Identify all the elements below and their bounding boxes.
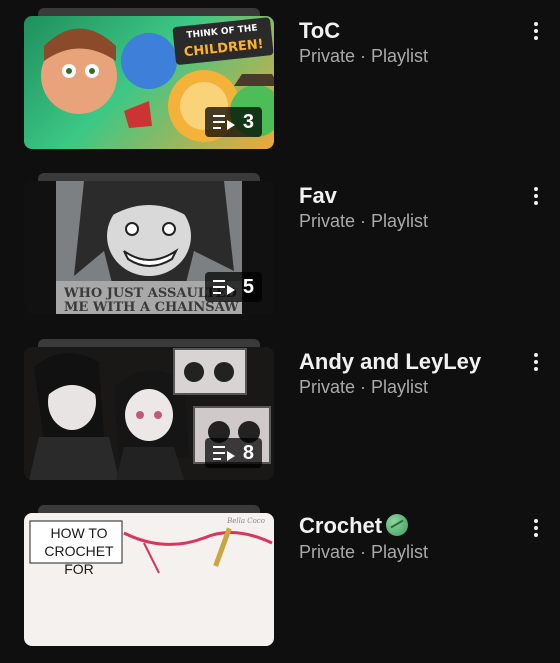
- playlist-title[interactable]: Andy and LeyLey: [299, 349, 481, 375]
- playlist-icon: [212, 446, 235, 461]
- playlist-row[interactable]: THINK OF THE CHILDREN! 3 ToC Private · P…: [0, 8, 560, 166]
- thumbnail-image: Bella Coco HOW TO CROCHET FOR: [24, 513, 274, 646]
- playlist-title[interactable]: Crochet: [299, 513, 409, 539]
- playlist-title-text: Crochet: [299, 513, 383, 538]
- playlist-icon: [212, 280, 235, 295]
- thumbnail-image: 8: [24, 347, 274, 480]
- video-count: 5: [242, 275, 254, 298]
- video-count-badge: 5: [204, 272, 262, 302]
- playlist-meta: Private · Playlist: [299, 211, 429, 231]
- playlist-row[interactable]: Bella Coco HOW TO CROCHET FOR Crochet Pr…: [0, 505, 560, 663]
- video-count: 8: [242, 441, 254, 464]
- playlist-icon: [212, 115, 235, 130]
- svg-text:Bella Coco: Bella Coco: [226, 517, 265, 525]
- playlist-title[interactable]: Fav: [299, 183, 337, 209]
- playlist-meta: Private · Playlist: [299, 377, 429, 397]
- video-count-badge: 3: [204, 107, 262, 137]
- video-count: 3: [242, 110, 254, 133]
- more-vert-icon[interactable]: [526, 181, 546, 211]
- playlist-meta: Private · Playlist: [299, 46, 429, 66]
- thumbnail-caption: HOW TO CROCHET FOR: [44, 525, 114, 577]
- thumbnail-image: THINK OF THE CHILDREN! 3: [24, 16, 274, 149]
- playlist-title[interactable]: ToC: [299, 18, 340, 44]
- more-vert-icon[interactable]: [526, 347, 546, 377]
- yarn-icon: [386, 514, 409, 536]
- thumbnail-image: WHO JUST ASSAULTED ME WITH A CHAINSAW 5: [24, 181, 274, 314]
- video-count-badge: 8: [204, 438, 262, 468]
- playlist-row[interactable]: WHO JUST ASSAULTED ME WITH A CHAINSAW 5 …: [0, 173, 560, 331]
- playlist-row[interactable]: 8 Andy and LeyLey Private · Playlist: [0, 339, 560, 497]
- more-vert-icon[interactable]: [526, 513, 546, 543]
- more-vert-icon[interactable]: [526, 16, 546, 46]
